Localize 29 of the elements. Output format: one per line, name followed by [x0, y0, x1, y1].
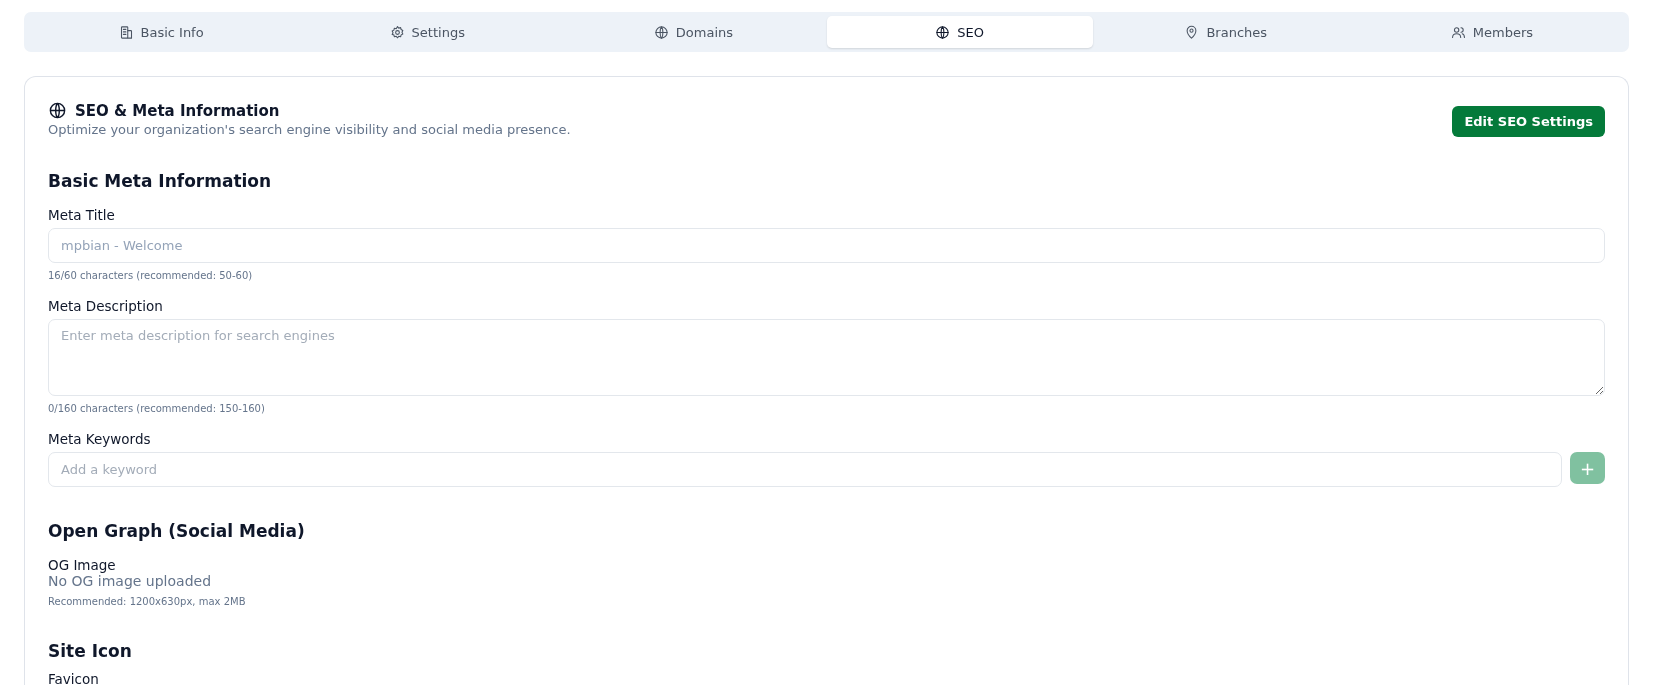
globe-icon	[653, 24, 669, 40]
helper-text: Recommended: 1200x630px, max 2MB	[48, 596, 247, 607]
users-icon	[1450, 24, 1466, 40]
keyword-field[interactable]: Add a keyword	[48, 452, 1562, 487]
section-heading: Site Icon	[48, 641, 133, 661]
tab[interactable]: Domains	[560, 16, 827, 48]
helper-text: 0/160 characters (recommended: 150-160)	[48, 403, 266, 414]
edit-settings-button[interactable]: Edit SEO Settings	[1452, 106, 1605, 137]
helper-text: 16/60 characters (recommended: 50-60)	[48, 270, 254, 281]
upload-status: No OG image uploaded	[48, 573, 213, 589]
description-field[interactable]: Enter meta description for search engines	[48, 319, 1605, 396]
tab[interactable]: SEO	[826, 16, 1093, 48]
settings-icon	[389, 24, 405, 40]
tab[interactable]: Settings	[294, 16, 561, 48]
field-label: Meta Keywords	[48, 431, 152, 447]
card-title: SEO & Meta Information	[75, 101, 280, 120]
section-heading: Open Graph (Social Media)	[48, 521, 306, 541]
globe-icon	[935, 24, 951, 40]
field-label: Favicon	[48, 671, 100, 685]
globe-icon	[48, 101, 67, 120]
card-subtitle: Optimize your organization's search engine visibility and social media presence.	[48, 122, 571, 137]
section-heading: Basic Meta Information	[48, 171, 273, 191]
field-label: Meta Description	[48, 298, 164, 314]
tab[interactable]: Members	[1358, 16, 1626, 48]
field-label: Meta Title	[48, 207, 116, 223]
field-label: OG Image	[48, 557, 117, 573]
tab[interactable]: Basic Info	[28, 16, 295, 48]
tab[interactable]: Branches	[1092, 16, 1359, 48]
building-icon	[118, 24, 134, 40]
